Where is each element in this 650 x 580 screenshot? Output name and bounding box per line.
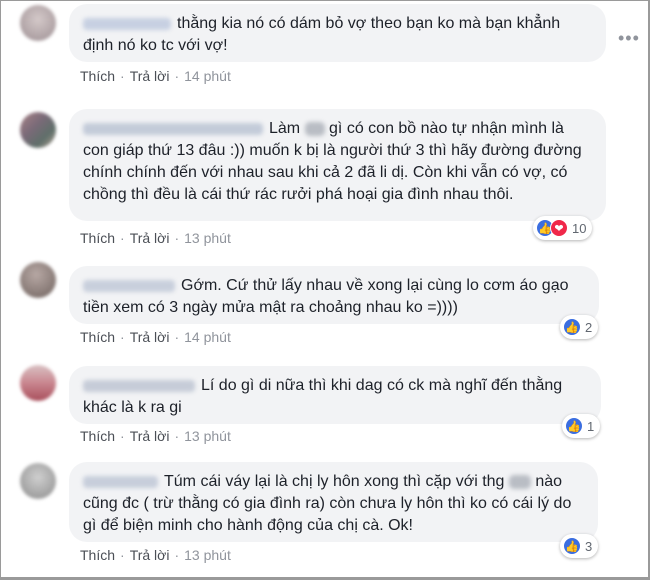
like-reaction-icon: 👍: [565, 417, 583, 435]
separator: ·: [174, 428, 180, 444]
separator: ·: [174, 230, 180, 246]
reply-link[interactable]: Trả lời: [130, 230, 170, 246]
reply-link[interactable]: Trả lời: [130, 428, 170, 444]
commenter-name-blurred[interactable]: [83, 279, 175, 292]
avatar[interactable]: [20, 5, 56, 41]
comment-actions: Thích · Trả lời · 13 phút: [80, 428, 231, 444]
comment-bubble: Làm gì có con bồ nào tự nhận mình là con…: [69, 109, 606, 221]
comment-actions: Thích · Trả lời · 14 phút: [80, 68, 231, 84]
reaction-count: 2: [585, 319, 593, 335]
like-link[interactable]: Thích: [80, 230, 115, 246]
timestamp[interactable]: 13 phút: [184, 428, 231, 444]
comment-bubble: Túm cái váy lại là chị ly hôn xong thì c…: [69, 462, 598, 542]
comment-bubble: thằng kia nó có dám bỏ vợ theo bạn ko mà…: [69, 4, 606, 62]
comment-actions: Thích · Trả lời · 13 phút: [80, 547, 231, 563]
reply-link[interactable]: Trả lời: [130, 547, 170, 563]
avatar[interactable]: [20, 262, 56, 298]
commenter-name-blurred[interactable]: [83, 379, 195, 392]
separator: ·: [174, 329, 180, 345]
like-link[interactable]: Thích: [80, 68, 115, 84]
comment-text-part: Túm cái váy lại là chị ly hôn xong thì c…: [164, 473, 505, 490]
reaction-count: 3: [585, 538, 593, 554]
redacted-word: [304, 121, 325, 136]
reactions-badge[interactable]: 👍 2: [560, 315, 599, 339]
reactions-badge[interactable]: 👍 1: [562, 414, 601, 438]
comment-text-part: Làm: [269, 120, 301, 137]
comment-actions: Thích · Trả lời · 14 phút: [80, 329, 231, 345]
avatar[interactable]: [20, 365, 56, 401]
timestamp[interactable]: 14 phút: [184, 329, 231, 345]
reply-link[interactable]: Trả lời: [130, 329, 170, 345]
timestamp[interactable]: 14 phút: [184, 68, 231, 84]
reply-link[interactable]: Trả lời: [130, 68, 170, 84]
commenter-name-blurred[interactable]: [83, 475, 158, 488]
love-reaction-icon: ❤: [550, 219, 568, 237]
separator: ·: [174, 547, 180, 563]
timestamp[interactable]: 13 phút: [184, 547, 231, 563]
like-reaction-icon: 👍: [563, 537, 581, 555]
like-link[interactable]: Thích: [80, 547, 115, 563]
reaction-count: 10: [572, 220, 587, 236]
comment-actions: Thích · Trả lời · 13 phút: [80, 230, 231, 246]
like-link[interactable]: Thích: [80, 428, 115, 444]
like-reaction-icon: 👍: [563, 318, 581, 336]
separator: ·: [120, 68, 125, 84]
comment-bubble: Lí do gì di nữa thì khi dag có ck mà ngh…: [69, 366, 601, 424]
commenter-name-blurred[interactable]: [83, 17, 171, 30]
reactions-badge[interactable]: 👍 3: [560, 534, 599, 558]
like-link[interactable]: Thích: [80, 329, 115, 345]
separator: ·: [120, 230, 125, 246]
reaction-count: 1: [587, 418, 595, 434]
comment-bubble: Gớm. Cứ thử lấy nhau về xong lại cùng lo…: [69, 266, 599, 324]
separator: ·: [120, 428, 125, 444]
separator: ·: [174, 68, 180, 84]
avatar[interactable]: [20, 463, 56, 499]
commenter-name-blurred[interactable]: [83, 122, 263, 135]
avatar[interactable]: [20, 112, 56, 148]
separator: ·: [120, 329, 125, 345]
reactions-badge[interactable]: 👍 ❤ 10: [533, 216, 593, 240]
separator: ·: [120, 547, 125, 563]
redacted-word: [508, 474, 531, 489]
timestamp[interactable]: 13 phút: [184, 230, 231, 246]
more-options-icon[interactable]: •••: [618, 28, 640, 49]
